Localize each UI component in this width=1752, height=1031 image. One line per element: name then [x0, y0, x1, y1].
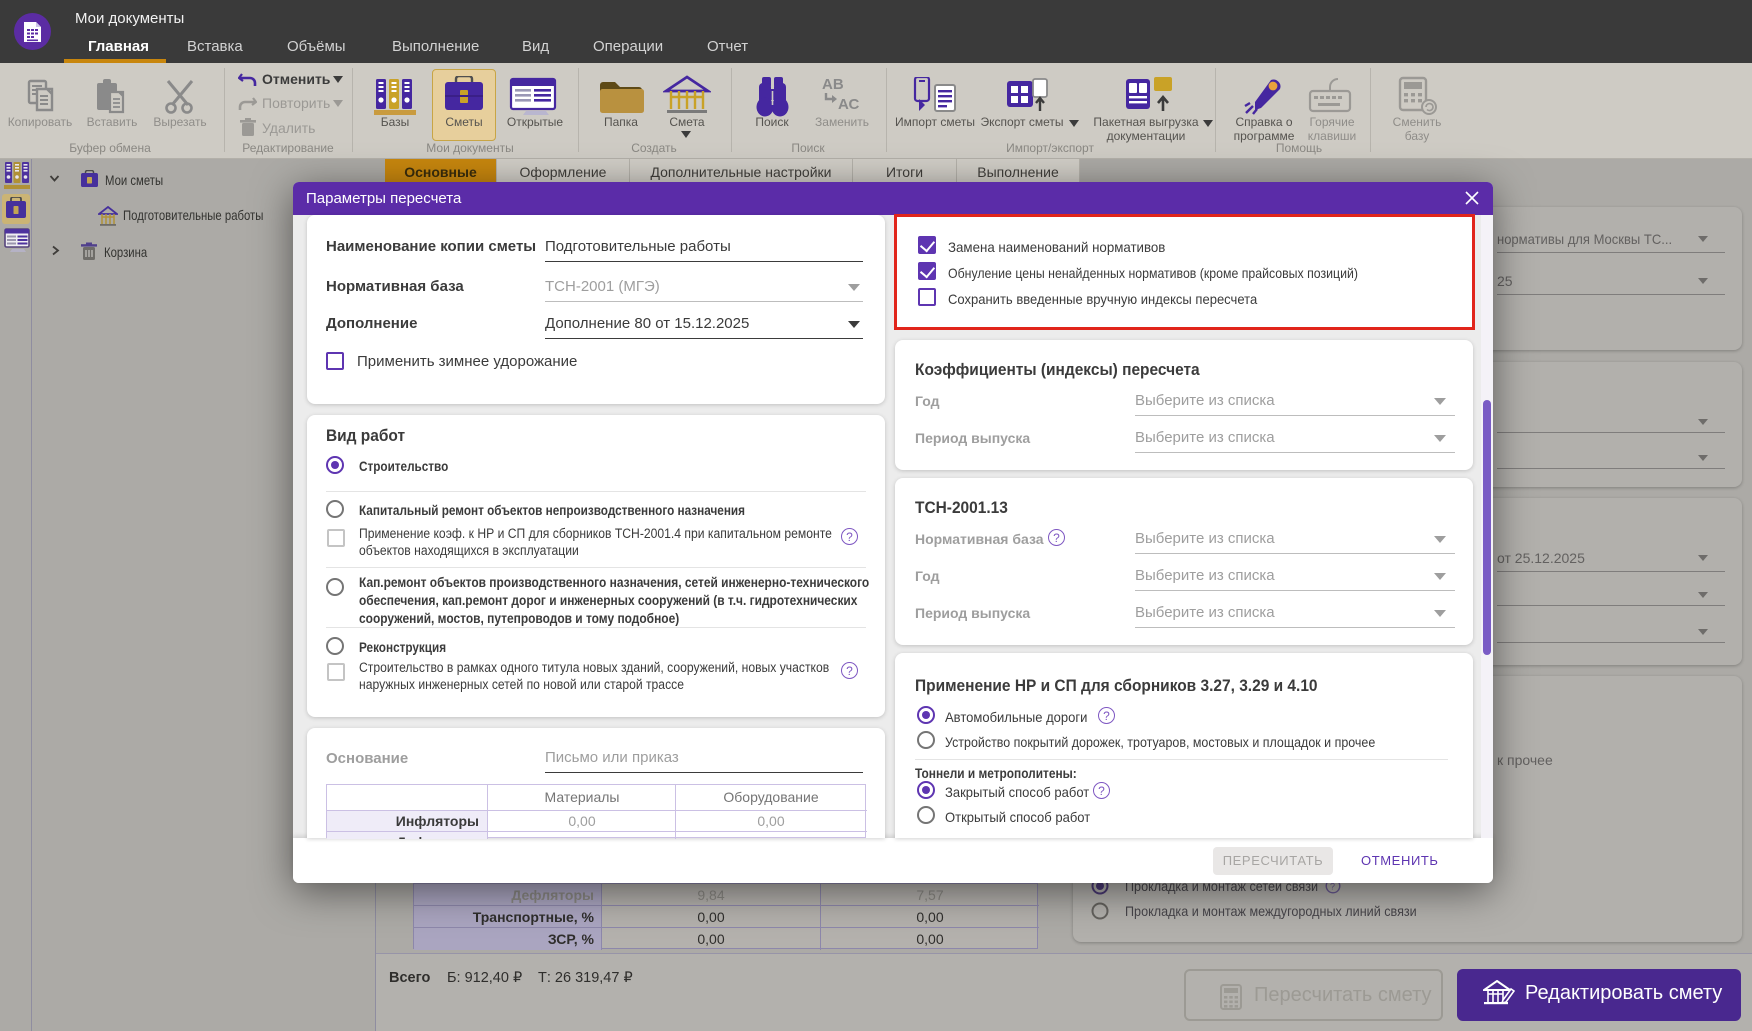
svg-text:?: ?: [1330, 882, 1335, 892]
svg-text:АС: АС: [838, 96, 859, 113]
svg-text:АВ: АВ: [822, 76, 844, 93]
